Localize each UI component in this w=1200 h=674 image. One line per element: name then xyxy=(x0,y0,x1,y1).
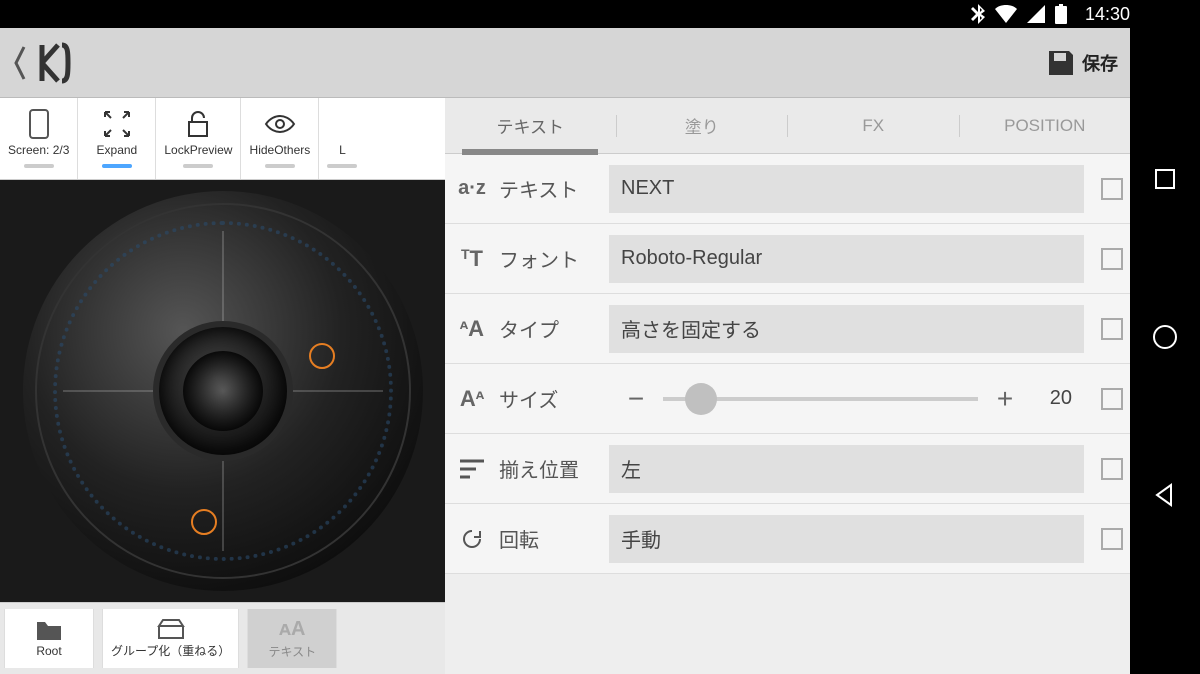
prop-value-text[interactable]: NEXT xyxy=(609,165,1084,213)
btab-label: グループ化（重ねる） xyxy=(111,642,230,659)
save-label: 保存 xyxy=(1082,50,1118,76)
size-slider[interactable]: − + 20 xyxy=(609,383,1084,415)
prop-label: 回転 xyxy=(499,524,609,553)
app-frame: 保存 Screen: 2/3 Expand LockPreview xyxy=(0,28,1130,674)
wifi-icon xyxy=(995,5,1017,23)
ptab-fx[interactable]: FX xyxy=(788,100,959,152)
folder-icon xyxy=(35,620,63,642)
stack-icon xyxy=(157,618,185,640)
btab-root[interactable]: Root xyxy=(4,609,94,668)
save-button[interactable]: 保存 xyxy=(1046,48,1118,78)
ptab-position[interactable]: POSITION xyxy=(960,100,1131,152)
properties-pane: テキスト 塗り FX POSITION a·z テキスト NEXT TT フォン… xyxy=(445,98,1130,674)
editor-left-pane: Screen: 2/3 Expand LockPreview HideOther… xyxy=(0,98,445,674)
android-status-bar: 14:30 xyxy=(0,0,1200,28)
tool-label: Expand xyxy=(97,143,138,157)
property-tabs: テキスト 塗り FX POSITION xyxy=(445,98,1130,154)
status-time: 14:30 xyxy=(1085,4,1130,25)
tool-hideothers[interactable]: HideOthers xyxy=(241,98,319,179)
btab-group[interactable]: グループ化（重ねる） xyxy=(102,609,239,668)
prop-row-text: a·z テキスト NEXT xyxy=(445,154,1130,224)
prop-label: 揃え位置 xyxy=(499,454,609,483)
rotate-icon xyxy=(445,527,499,551)
align-icon xyxy=(445,459,499,479)
ptab-text[interactable]: テキスト xyxy=(445,97,616,154)
prop-row-size: Aᴀ サイズ − + 20 xyxy=(445,364,1130,434)
lock-icon xyxy=(186,110,210,138)
slider-minus-icon[interactable]: − xyxy=(621,383,651,415)
type-aa-icon: ᴀA xyxy=(445,316,499,342)
home-icon[interactable] xyxy=(1152,324,1178,350)
layer-breadcrumb: Root グループ化（重ねる） ᴀA テキスト xyxy=(0,602,445,674)
slider-plus-icon[interactable]: + xyxy=(990,383,1020,415)
cellular-icon xyxy=(1027,5,1045,23)
prop-row-rotate: 回転 手動 xyxy=(445,504,1130,574)
btab-label: Root xyxy=(36,644,61,658)
tool-label: L xyxy=(339,143,346,157)
prop-label: フォント xyxy=(499,244,609,273)
tool-screen[interactable]: Screen: 2/3 xyxy=(0,98,78,179)
top-toolbar: Screen: 2/3 Expand LockPreview HideOther… xyxy=(0,98,445,180)
prop-checkbox[interactable] xyxy=(1101,318,1123,340)
slider-thumb[interactable] xyxy=(685,383,717,415)
prop-label: タイプ xyxy=(499,314,609,343)
android-nav-bar xyxy=(1130,0,1200,674)
prop-label: サイズ xyxy=(499,384,609,413)
prop-row-type: ᴀA タイプ 高さを固定する xyxy=(445,294,1130,364)
prop-row-align: 揃え位置 左 xyxy=(445,434,1130,504)
battery-icon xyxy=(1055,4,1067,24)
size-value: 20 xyxy=(1032,387,1072,410)
prop-checkbox[interactable] xyxy=(1101,248,1123,270)
prop-checkbox[interactable] xyxy=(1101,458,1123,480)
eye-icon xyxy=(264,114,296,134)
preview-canvas[interactable] xyxy=(0,180,445,602)
dial-widget xyxy=(23,191,423,591)
tool-label: Screen: 2/3 xyxy=(8,143,69,157)
font-tt-icon: TT xyxy=(445,246,499,272)
ptab-fill[interactable]: 塗り xyxy=(617,97,788,154)
prop-value-type[interactable]: 高さを固定する xyxy=(609,305,1084,353)
text-aa-icon: ᴀA xyxy=(279,618,305,641)
bluetooth-icon xyxy=(971,4,985,24)
app-topbar: 保存 xyxy=(0,28,1130,98)
tool-more[interactable]: L xyxy=(319,98,365,179)
prop-row-font: TT フォント Roboto-Regular xyxy=(445,224,1130,294)
recent-apps-icon[interactable] xyxy=(1153,167,1177,191)
text-az-icon: a·z xyxy=(445,177,499,200)
btab-text[interactable]: ᴀA テキスト xyxy=(247,609,337,668)
app-logo-icon xyxy=(36,41,80,85)
back-chevron-icon[interactable] xyxy=(12,43,28,83)
tool-label: HideOthers xyxy=(250,143,311,157)
save-icon xyxy=(1046,48,1076,78)
prop-value-font[interactable]: Roboto-Regular xyxy=(609,235,1084,283)
back-icon[interactable] xyxy=(1153,483,1177,507)
prop-checkbox[interactable] xyxy=(1101,388,1123,410)
tool-lockpreview[interactable]: LockPreview xyxy=(156,98,241,179)
prop-checkbox[interactable] xyxy=(1101,528,1123,550)
prop-checkbox[interactable] xyxy=(1101,178,1123,200)
tool-label: LockPreview xyxy=(164,143,232,157)
screen-icon xyxy=(29,109,49,139)
expand-icon xyxy=(103,110,131,138)
prop-value-rotate[interactable]: 手動 xyxy=(609,515,1084,563)
btab-label: テキスト xyxy=(268,643,316,660)
prop-value-align[interactable]: 左 xyxy=(609,445,1084,493)
size-aa-icon: Aᴀ xyxy=(445,386,499,412)
property-list: a·z テキスト NEXT TT フォント Roboto-Regular ᴀA … xyxy=(445,154,1130,674)
prop-label: テキスト xyxy=(499,174,609,203)
tool-expand[interactable]: Expand xyxy=(78,98,156,179)
